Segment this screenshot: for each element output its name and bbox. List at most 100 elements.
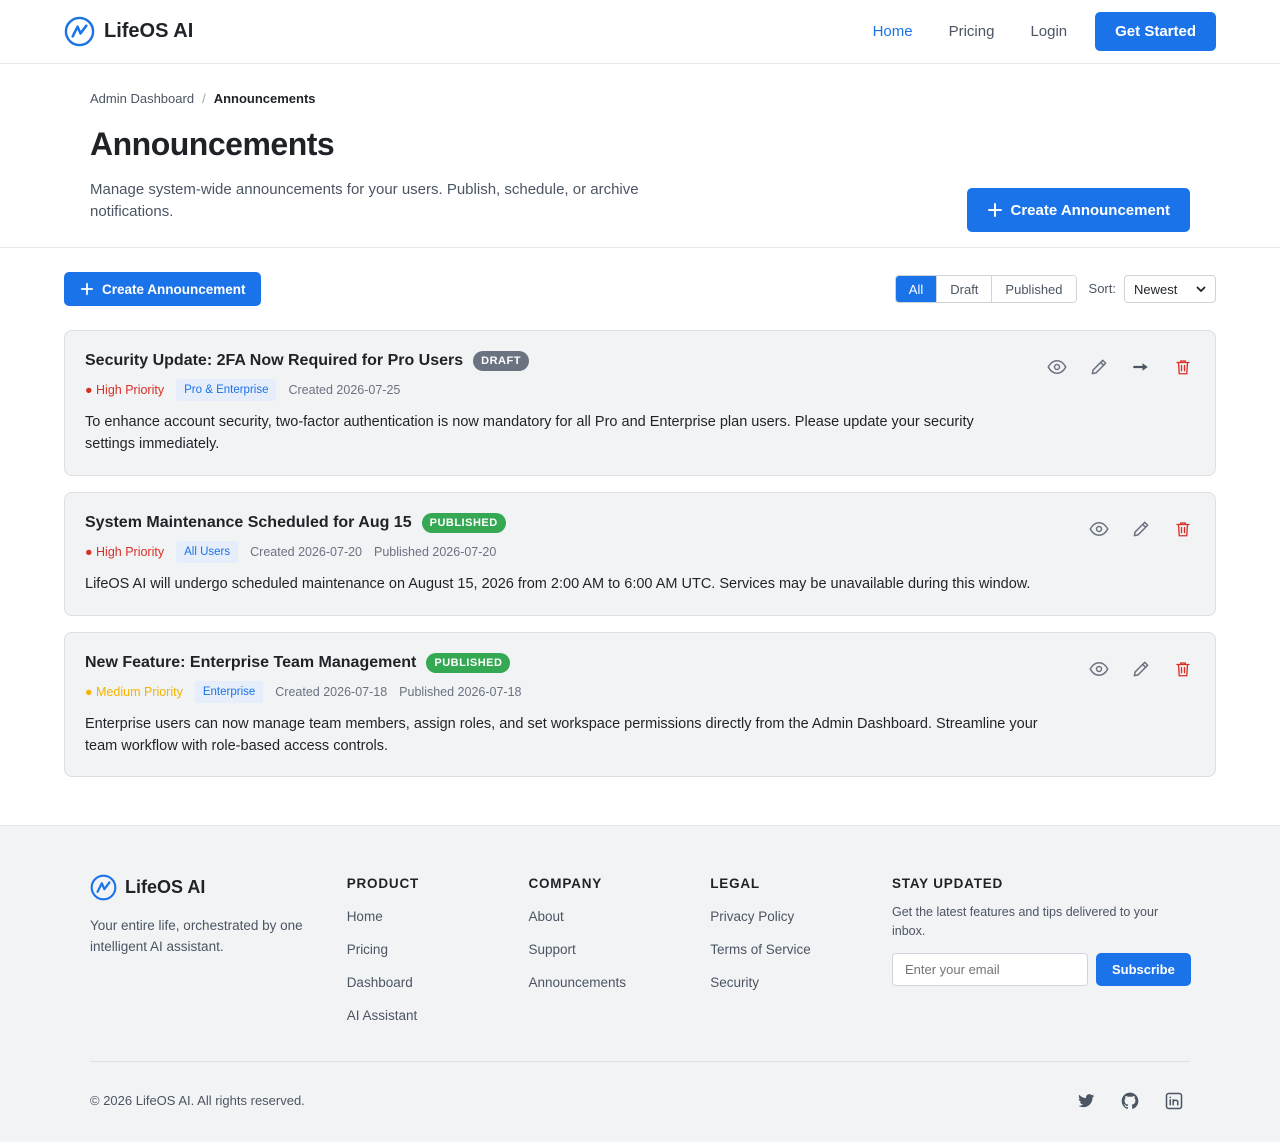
top-nav: LifeOS AI Home Pricing Login Get Started [0,0,1280,64]
toolbar: Create Announcement All Draft Published … [64,272,1216,306]
announcement-card: New Feature: Enterprise Team Management … [64,632,1216,777]
email-input[interactable] [891,953,1088,986]
announcement-title: New Feature: Enterprise Team Management [85,654,417,671]
created-date: Created 2026-07-20 [250,545,363,559]
pencil-icon[interactable] [1087,355,1111,379]
status-badge: PUBLISHED [421,513,506,533]
card-title-row: Security Update: 2FA Now Required for Pr… [85,351,1195,371]
announcement-meta: ● High Priority Pro & Enterprise Created… [85,379,1195,401]
announcement-title: Security Update: 2FA Now Required for Pr… [85,352,464,369]
trash-icon[interactable] [1171,355,1195,379]
announcement-meta: ● Medium Priority Enterprise Created 202… [85,681,1195,703]
page-title: Announcements [90,126,335,162]
footer-link-terms-of-service[interactable]: Terms of Service [710,942,892,957]
pencil-icon[interactable] [1129,657,1153,681]
priority-label: ● High Priority [85,545,165,559]
linkedin-icon[interactable] [1164,1091,1184,1111]
filter-all[interactable]: All [895,276,937,302]
announcement-card: System Maintenance Scheduled for Aug 15 … [64,492,1216,616]
pencil-icon[interactable] [1129,517,1153,541]
footer-heading-legal: LEGAL [710,876,760,891]
card-actions [1087,517,1195,541]
nav-link-home[interactable]: Home [873,23,913,40]
nav-link-pricing[interactable]: Pricing [949,23,995,40]
announcement-body: Enterprise users can now manage team mem… [85,716,1038,754]
published-date: Published 2026-07-20 [374,545,497,559]
brand[interactable]: LifeOS AI [64,16,193,47]
filter-published[interactable]: Published [991,276,1076,302]
subscribe-row: Subscribe [891,953,1191,986]
main-content: Create Announcement All Draft Published … [0,248,1280,841]
eye-icon[interactable] [1087,517,1111,541]
footer-link-about[interactable]: About [528,909,710,924]
social-links [1076,1091,1190,1111]
footer-link-pricing[interactable]: Pricing [347,942,529,957]
footer-tagline: Your entire life, orchestrated by one in… [90,918,303,954]
footer-link-support[interactable]: Support [528,942,710,957]
announcement-body: LifeOS AI will undergo scheduled mainten… [85,576,1031,592]
eye-icon[interactable] [1087,657,1111,681]
create-announcement-label: Create Announcement [102,281,246,297]
nav-link-login[interactable]: Login [1030,23,1067,40]
footer-link-dashboard[interactable]: Dashboard [347,975,529,990]
logo-icon [64,16,95,47]
breadcrumb-admin-dashboard[interactable]: Admin Dashboard [90,91,194,106]
page-description: Manage system-wide announcements for you… [90,181,639,220]
status-badge: PUBLISHED [426,653,511,673]
breadcrumb-current: Announcements [213,91,316,106]
audience-tag: Pro & Enterprise [176,379,277,401]
eye-icon[interactable] [1045,355,1069,379]
create-announcement-button[interactable]: Create Announcement [64,272,261,306]
audience-tag: Enterprise [194,681,264,703]
filter-draft[interactable]: Draft [936,276,992,302]
announcement-title: System Maintenance Scheduled for Aug 15 [85,514,412,531]
get-started-button[interactable]: Get Started [1095,12,1216,51]
twitter-icon[interactable] [1076,1091,1096,1111]
status-filter: All Draft Published [894,275,1077,303]
sort-label: Sort: [1088,280,1116,296]
subscribe-button[interactable]: Subscribe [1095,953,1191,986]
newsletter-description: Get the latest features and tips deliver… [891,905,1159,938]
copyright: © 2026 LifeOS AI. All rights reserved. [90,1093,305,1108]
footer-brand-name: LifeOS AI [125,877,206,897]
footer-brand-top[interactable]: LifeOS AI [90,874,347,901]
footer-company: COMPANY About Support Announcements [528,874,710,1023]
plus-icon [80,282,94,296]
announcement-card: Security Update: 2FA Now Required for Pr… [64,330,1216,476]
priority-label: ● Medium Priority [85,685,183,699]
filters: All Draft Published Sort: Newest [894,275,1216,303]
card-title-row: New Feature: Enterprise Team Management … [85,653,1195,673]
breadcrumb: Admin Dashboard / Announcements [90,91,1190,106]
footer-brand: LifeOS AI Your entire life, orchestrated… [90,874,347,1023]
nav-links: Home Pricing Login Get Started [837,12,1216,51]
create-announcement-header-button[interactable]: Create Announcement [966,188,1190,232]
footer-link-privacy-policy[interactable]: Privacy Policy [710,909,892,924]
footer-grid: LifeOS AI Your entire life, orchestrated… [90,874,1191,1023]
priority-label: ● High Priority [85,383,165,397]
footer-link-home[interactable]: Home [347,909,529,924]
chevron-down-icon [1196,284,1206,294]
github-icon[interactable] [1120,1091,1140,1111]
trash-icon[interactable] [1171,517,1195,541]
sort-select[interactable]: Newest [1124,275,1216,303]
footer: LifeOS AI Your entire life, orchestrated… [0,825,1280,1142]
footer-link-announcements[interactable]: Announcements [528,975,710,990]
footer-link-security[interactable]: Security [710,975,892,990]
card-actions [1087,657,1195,681]
card-actions [1045,355,1195,379]
footer-product: PRODUCT Home Pricing Dashboard AI Assist… [347,874,529,1023]
page-header: Admin Dashboard / Announcements Announce… [0,64,1280,248]
published-date: Published 2026-07-18 [399,685,522,699]
card-title-row: System Maintenance Scheduled for Aug 15 … [85,513,1195,533]
footer-link-ai-assistant[interactable]: AI Assistant [347,1008,529,1023]
footer-heading-product: PRODUCT [346,876,420,891]
footer-heading-stay-updated: STAY UPDATED [891,876,1004,891]
trash-icon[interactable] [1171,657,1195,681]
status-badge: DRAFT [473,351,529,371]
created-date: Created 2026-07-25 [288,383,401,397]
footer-heading-company: COMPANY [528,876,603,891]
sort-value: Newest [1134,281,1178,297]
created-date: Created 2026-07-18 [275,685,388,699]
announcement-meta: ● High Priority All Users Created 2026-0… [85,541,1195,563]
arrow-right-icon[interactable] [1129,355,1153,379]
